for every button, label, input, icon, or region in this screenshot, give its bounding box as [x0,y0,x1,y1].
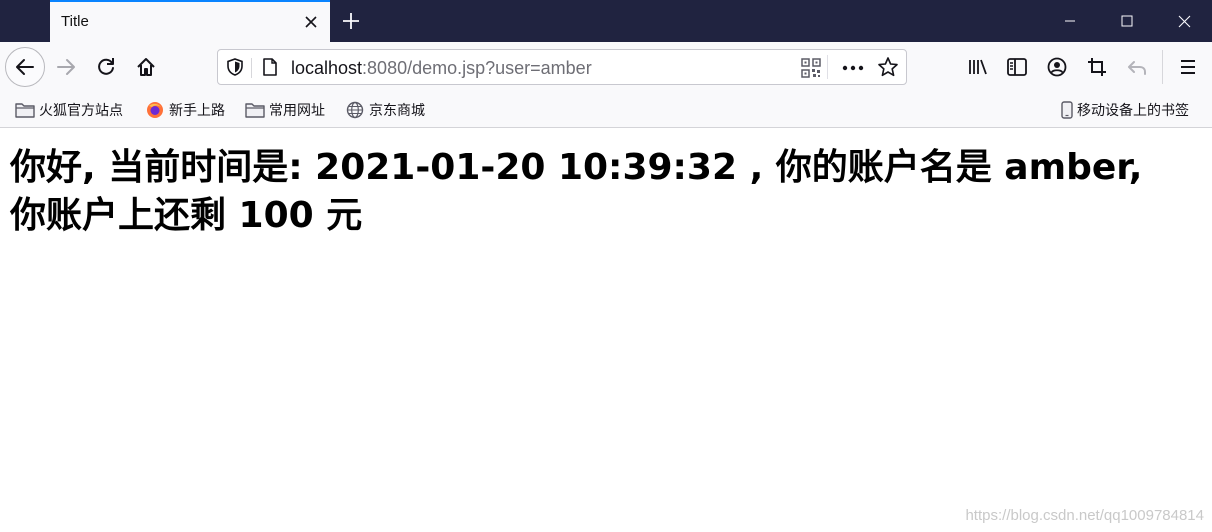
url-host: localhost [291,58,363,78]
window-close-icon[interactable] [1156,0,1212,42]
bookmark-jd[interactable]: 京东商城 [345,99,425,121]
navigation-toolbar: localhost:8080/demo.jsp?user=amber [0,42,1212,92]
page-icon[interactable] [259,56,281,78]
globe-icon [345,101,365,119]
address-bar[interactable]: localhost:8080/demo.jsp?user=amber [217,49,907,85]
maximize-icon[interactable] [1099,0,1155,42]
account-icon[interactable] [1041,51,1073,83]
back-button[interactable] [5,47,45,87]
watermark: https://blog.csdn.net/qq1009784814 [965,507,1204,524]
mobile-icon [1060,101,1074,119]
forward-button[interactable] [50,51,82,83]
urlbar-divider [251,58,252,78]
shield-icon[interactable] [224,56,246,78]
bookmark-folder[interactable]: 火狐官方站点 [15,99,123,121]
tab-active[interactable]: Title [50,0,330,42]
heading-line-2: 你账户上还剩 100 元 [10,195,363,236]
minimize-icon[interactable] [1042,0,1098,42]
sidebar-icon[interactable] [1001,51,1033,83]
urlbar-divider [827,55,828,79]
menu-icon[interactable] [1172,51,1204,83]
title-bar: Title [0,0,1212,42]
bookmark-label: 京东商城 [369,103,425,119]
heading-line-1: 你好, 当前时间是: 2021-01-20 10:39:32 , 你的账户名是 … [10,147,1143,188]
folder-icon [245,101,265,119]
bookmarks-toolbar: 火狐官方站点 新手上路 常用网址 京东商城 移动设备上的书签 [0,92,1212,128]
url-path: :8080/demo.jsp?user=amber [362,58,592,78]
bookmark-getting-started[interactable]: 新手上路 [145,99,225,121]
bookmark-star-icon[interactable] [877,56,899,78]
page-heading: 你好, 当前时间是: 2021-01-20 10:39:32 , 你的账户名是 … [10,144,1205,240]
home-button[interactable] [130,51,162,83]
more-actions-icon[interactable] [842,57,864,79]
bookmark-label: 常用网址 [269,103,325,119]
mobile-bookmarks-label: 移动设备上的书签 [1077,103,1189,119]
mobile-bookmarks[interactable]: 移动设备上的书签 [1060,99,1189,121]
undo-close-icon[interactable] [1121,51,1153,83]
screenshot-crop-icon[interactable] [1081,51,1113,83]
new-tab-icon[interactable] [339,9,363,33]
toolbar-divider [1162,50,1163,84]
bookmark-label: 火狐官方站点 [39,103,123,119]
qr-code-icon[interactable] [800,57,822,79]
firefox-icon [145,101,165,119]
reload-button[interactable] [90,51,122,83]
tab-title: Title [61,13,89,30]
page-content: 你好, 当前时间是: 2021-01-20 10:39:32 , 你的账户名是 … [0,128,1212,532]
folder-icon [15,101,35,119]
url-text[interactable]: localhost:8080/demo.jsp?user=amber [291,58,592,78]
library-icon[interactable] [962,51,994,83]
close-tab-icon[interactable] [302,13,320,31]
bookmark-label: 新手上路 [169,103,225,119]
bookmark-folder[interactable]: 常用网址 [245,99,325,121]
